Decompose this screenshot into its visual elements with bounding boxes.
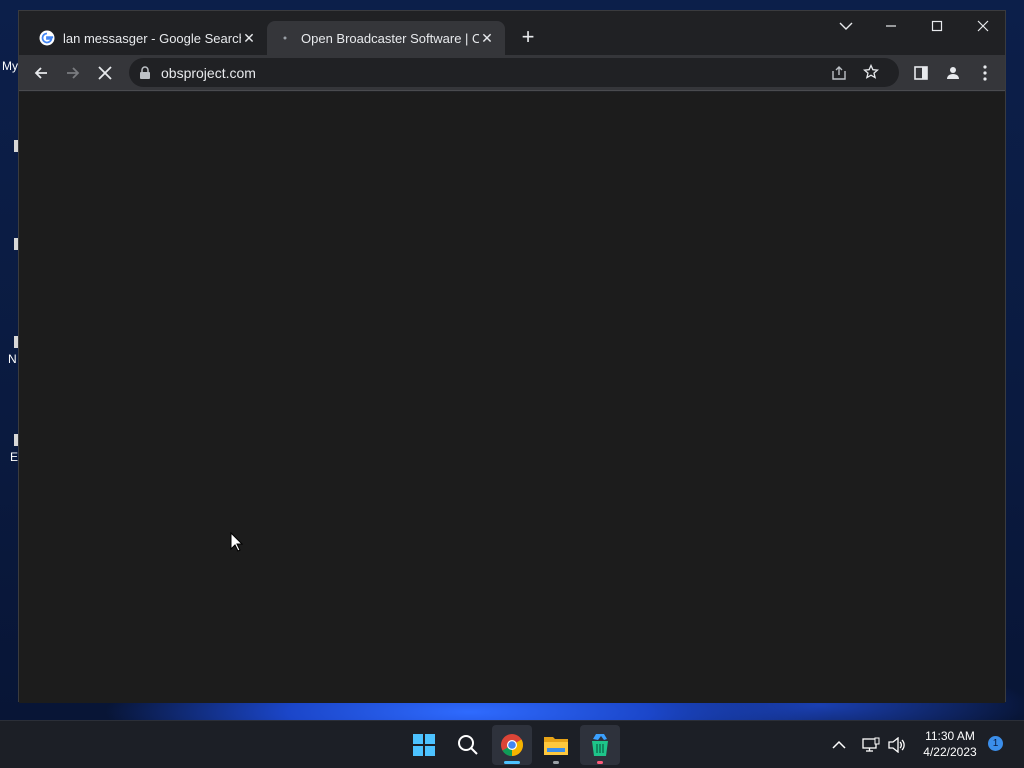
back-arrow-icon xyxy=(34,67,47,79)
url-text[interactable]: obsproject.com xyxy=(161,65,256,81)
running-indicator xyxy=(553,761,559,764)
stop-icon xyxy=(98,66,112,80)
back-button[interactable] xyxy=(27,59,55,87)
notification-badge[interactable]: 1 xyxy=(988,736,1003,751)
clock-date: 4/22/2023 xyxy=(923,745,977,759)
kebab-menu-icon xyxy=(983,65,987,81)
tab-title: lan messasger - Google Search xyxy=(63,30,241,46)
tab-strip: lan messasger - Google Search ✕ Open Bro… xyxy=(19,11,1005,55)
tab-google-search[interactable]: lan messasger - Google Search ✕ xyxy=(29,21,267,55)
volume-button[interactable] xyxy=(888,721,906,768)
forward-button[interactable] xyxy=(59,59,87,87)
file-explorer-button[interactable] xyxy=(536,725,576,765)
share-icon[interactable] xyxy=(831,65,847,81)
browser-window: lan messasger - Google Search ✕ Open Bro… xyxy=(18,10,1006,703)
stop-loading-button[interactable] xyxy=(91,59,119,87)
file-explorer-icon xyxy=(544,737,568,755)
close-window-button[interactable] xyxy=(960,11,1006,41)
tab-title: Open Broadcaster Software | OBS xyxy=(301,30,479,46)
desktop-icon-label-3[interactable]: E xyxy=(10,450,18,464)
taskbar: 11:30 AM 4/22/2023 xyxy=(0,720,1024,768)
tab-search-chevron-icon[interactable] xyxy=(823,11,869,41)
clock-time: 11:30 AM xyxy=(925,729,975,743)
mouse-cursor-icon xyxy=(230,532,244,552)
profile-icon xyxy=(947,67,959,79)
lock-icon xyxy=(140,65,150,79)
close-tab-icon[interactable]: ✕ xyxy=(241,30,257,46)
close-tab-icon[interactable]: ✕ xyxy=(479,30,495,46)
menu-button[interactable] xyxy=(971,59,999,87)
star-bookmark-icon[interactable] xyxy=(863,64,879,80)
volume-icon xyxy=(888,737,905,753)
browser-toolbar: obsproject.com xyxy=(19,55,1005,91)
maximize-button[interactable] xyxy=(914,11,960,41)
tab-obs-project[interactable]: Open Broadcaster Software | OBS ✕ xyxy=(267,21,505,55)
chevron-up-icon xyxy=(832,740,846,749)
side-panel-button[interactable] xyxy=(907,59,935,87)
new-tab-button[interactable]: + xyxy=(517,26,539,49)
app-taskbar-button[interactable] xyxy=(580,725,620,765)
google-g-icon xyxy=(39,30,55,46)
network-button[interactable] xyxy=(862,721,880,768)
show-hidden-icons-button[interactable] xyxy=(832,721,846,768)
start-icon xyxy=(413,734,435,756)
taskbar-clock[interactable]: 11:30 AM 4/22/2023 xyxy=(916,728,984,760)
loading-icon xyxy=(283,36,287,40)
side-panel-icon xyxy=(914,66,928,80)
address-bar[interactable]: obsproject.com xyxy=(129,58,899,87)
recycle-app-icon xyxy=(592,734,608,756)
chrome-icon xyxy=(501,734,523,756)
desktop-icon-label-2[interactable]: N xyxy=(8,352,17,366)
running-indicator xyxy=(597,761,603,764)
minimize-button[interactable] xyxy=(868,11,914,41)
desktop-icon-label-1[interactable]: My xyxy=(2,59,18,73)
search-button[interactable] xyxy=(448,725,488,765)
profile-button[interactable] xyxy=(939,59,967,87)
network-icon xyxy=(862,737,880,752)
chrome-taskbar-button[interactable] xyxy=(492,725,532,765)
forward-arrow-icon xyxy=(67,67,80,79)
active-indicator xyxy=(504,761,520,764)
page-content-area[interactable] xyxy=(19,92,1005,703)
start-button[interactable] xyxy=(404,725,444,765)
search-icon xyxy=(458,735,478,755)
